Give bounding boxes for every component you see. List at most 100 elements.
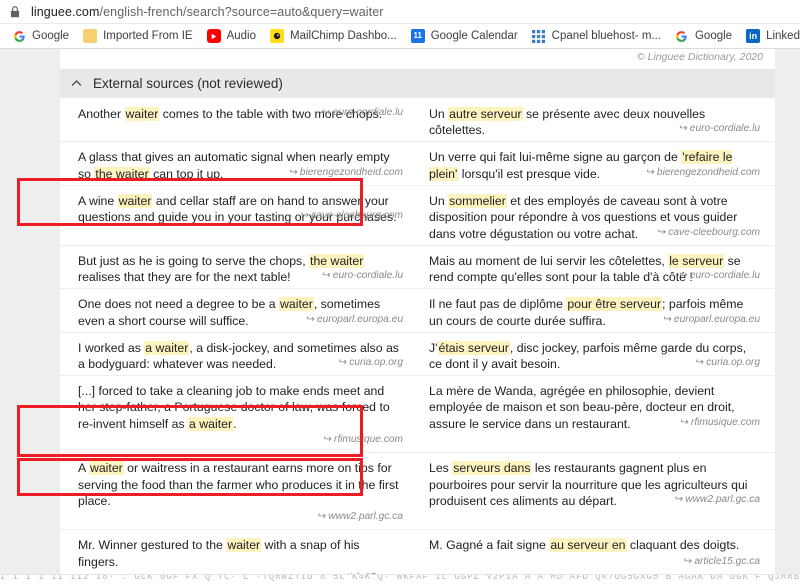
folder-icon [83, 29, 98, 43]
source-link[interactable]: ↪ cave-cleebourg.com [658, 227, 760, 238]
example-cell-en: I worked as a waiter, a disk-jockey, and… [60, 333, 417, 376]
external-link-icon: ↪ [683, 555, 692, 567]
sentence-text: A [78, 461, 89, 476]
source-link[interactable]: ↪ cave-cleebourg.com [301, 210, 403, 221]
source-link[interactable]: ↪article15.gc.ca [684, 556, 760, 567]
bookmark-google-2[interactable]: Google [669, 26, 738, 47]
source-link[interactable]: ↪ euro-cordiale.lu [679, 123, 760, 134]
highlighted-term: the waiter [309, 253, 365, 268]
sentence-text: One does not need a degree to be a [78, 297, 280, 312]
bookmark-label: Linkedin [766, 30, 800, 42]
example-cell-en: Another waiter comes to the table with t… [60, 99, 417, 143]
browser-chrome: linguee.com/english-french/search?source… [0, 0, 800, 49]
bookmark-google-calendar[interactable]: 11 Google Calendar [405, 26, 524, 47]
mailchimp-favicon [269, 29, 284, 43]
source-domain: rfimusique.com [690, 416, 760, 428]
cpanel-favicon [531, 29, 546, 43]
source-link[interactable]: ↪ europarl.europa.eu [306, 314, 403, 325]
bookmark-mailchimp-dashboard[interactable]: MailChimp Dashbo... [264, 26, 403, 47]
source-domain: euro-cordiale.lu [332, 107, 403, 119]
sentence-text: Mr. Winner gestured to the [78, 538, 227, 553]
example-row: A waiter or waitress in a restaurant ear… [60, 453, 775, 531]
bookmark-audio[interactable]: Audio [201, 26, 262, 47]
source-domain: www2.parl.gc.ca [685, 493, 760, 505]
lock-icon [8, 5, 22, 19]
bottom-strip-text: I I I I II II2 I8· : GCK 0GF FX Q TC· L … [0, 574, 800, 582]
source-link[interactable]: ↪ bierengezondheid.com [289, 167, 403, 178]
source-domain: euro-cordiale.lu [689, 270, 760, 282]
bookmark-google-1[interactable]: Google [6, 26, 75, 47]
external-link-icon: ↪ [306, 313, 314, 325]
address-bar[interactable]: linguee.com/english-french/search?source… [0, 0, 800, 24]
sentence-text: Un [429, 107, 449, 121]
external-link-icon: ↪ [679, 270, 687, 282]
sentence-text: I worked as [78, 340, 145, 355]
external-link-icon: ↪ [680, 416, 688, 428]
highlighted-term: sommelier [448, 193, 507, 208]
example-cell-fr: J'étais serveur, disc jockey, parfois mê… [417, 333, 774, 376]
bookmark-label: Google [694, 30, 733, 42]
external-sources-header[interactable]: External sources (not reviewed) [60, 69, 775, 99]
source-link[interactable]: ↪ curia.op.org [696, 357, 760, 368]
sentence-text: M. Gagné a fait signe [429, 538, 550, 553]
source-domain: curia.op.org [706, 356, 760, 368]
bookmark-label: Google Calendar [430, 30, 518, 42]
example-cell-fr: Il ne faut pas de diplôme pour être serv… [417, 289, 774, 333]
bookmark-cpanel-bluehost[interactable]: Cpanel bluehost- m... [526, 26, 667, 47]
example-row: A wine waiter and cellar staff are on ha… [60, 186, 775, 246]
example-sentence-fr: M. Gagné a fait signe au serveur en claq… [429, 537, 760, 553]
source-domain: europarl.europa.eu [316, 313, 403, 325]
chevron-up-icon[interactable] [65, 73, 87, 95]
source-domain: europarl.europa.eu [673, 313, 760, 325]
example-row: One does not need a degree to be a waite… [60, 289, 775, 333]
example-cell-fr: Un autre serveur se présente avec deux n… [417, 99, 774, 143]
sentence-text: Un [429, 193, 449, 208]
source-domain: euro-cordiale.lu [332, 270, 403, 282]
source-domain: bierengezondheid.com [299, 166, 403, 178]
example-row: A glass that gives an automatic signal w… [60, 142, 775, 186]
source-domain: www2.parl.gc.ca [328, 511, 403, 523]
source-link[interactable]: ↪ europarl.europa.eu [663, 314, 760, 325]
gcalendar-favicon: 11 [410, 29, 425, 43]
highlighted-term: waiter [279, 297, 314, 312]
bookmark-imported-from-ie[interactable]: Imported From IE [77, 26, 198, 47]
sentence-text: or waitress in a restaurant earns more o… [78, 461, 399, 508]
source-domain: cave-cleebourg.com [311, 210, 403, 222]
sentence-text: claquant des doigts. [626, 538, 740, 553]
highlighted-term: waiter [117, 193, 153, 208]
source-link[interactable]: ↪ euro-cordiale.lu [322, 107, 403, 118]
source-link[interactable]: ↪ www2.parl.gc.ca [675, 494, 760, 505]
source-line: ↪ www2.parl.gc.ca [78, 510, 403, 522]
external-link-icon: ↪ [657, 226, 666, 238]
youtube-favicon [206, 29, 221, 43]
sentence-text: Mais au moment de lui servir les côtelet… [429, 253, 669, 268]
source-link[interactable]: ↪ euro-cordiale.lu [679, 270, 760, 281]
highlighted-term: au serveur en [549, 538, 627, 553]
example-cell-en: A glass that gives an automatic signal w… [60, 142, 417, 186]
sentence-text: But just as he is going to serve the cho… [78, 253, 310, 268]
example-cell-en: [...] forced to take a cleaning job to m… [60, 376, 417, 454]
bookmark-linkedin[interactable]: in Linkedin [740, 26, 800, 47]
sentence-text: Another [78, 107, 125, 121]
sentence-text: A wine [78, 193, 118, 208]
source-link[interactable]: ↪ rfimusique.com [323, 434, 403, 445]
source-link[interactable]: ↪ rfimusique.com [680, 417, 760, 428]
source-domain: article15.gc.ca [694, 555, 760, 567]
highlighted-term: autre serveur [448, 107, 523, 121]
example-cell-en: A waiter or waitress in a restaurant ear… [60, 453, 417, 531]
source-link[interactable]: ↪ www2.parl.gc.ca [318, 511, 403, 522]
external-link-icon: ↪ [289, 166, 297, 178]
example-sentence-en: A waiter or waitress in a restaurant ear… [78, 460, 403, 509]
external-link-icon: ↪ [300, 210, 309, 222]
source-link[interactable]: ↪ euro-cordiale.lu [322, 270, 403, 281]
example-cell-en: A wine waiter and cellar staff are on ha… [60, 186, 417, 246]
example-sentence-en: Mr. Winner gestured to the waiter with a… [78, 537, 403, 570]
bookmark-label: Cpanel bluehost- m... [551, 30, 661, 42]
external-sources-title: External sources (not reviewed) [93, 76, 283, 91]
source-domain: curia.op.org [349, 356, 403, 368]
example-cell-fr: Un verre qui fait lui-même signe au garç… [417, 142, 774, 186]
source-link[interactable]: ↪ curia.op.org [339, 357, 403, 368]
source-link[interactable]: ↪ bierengezondheid.com [646, 167, 760, 178]
page-viewport: © Linguee Dictionary, 2020 External sour… [0, 49, 800, 584]
highlighted-term: pour être serveur [566, 297, 663, 312]
